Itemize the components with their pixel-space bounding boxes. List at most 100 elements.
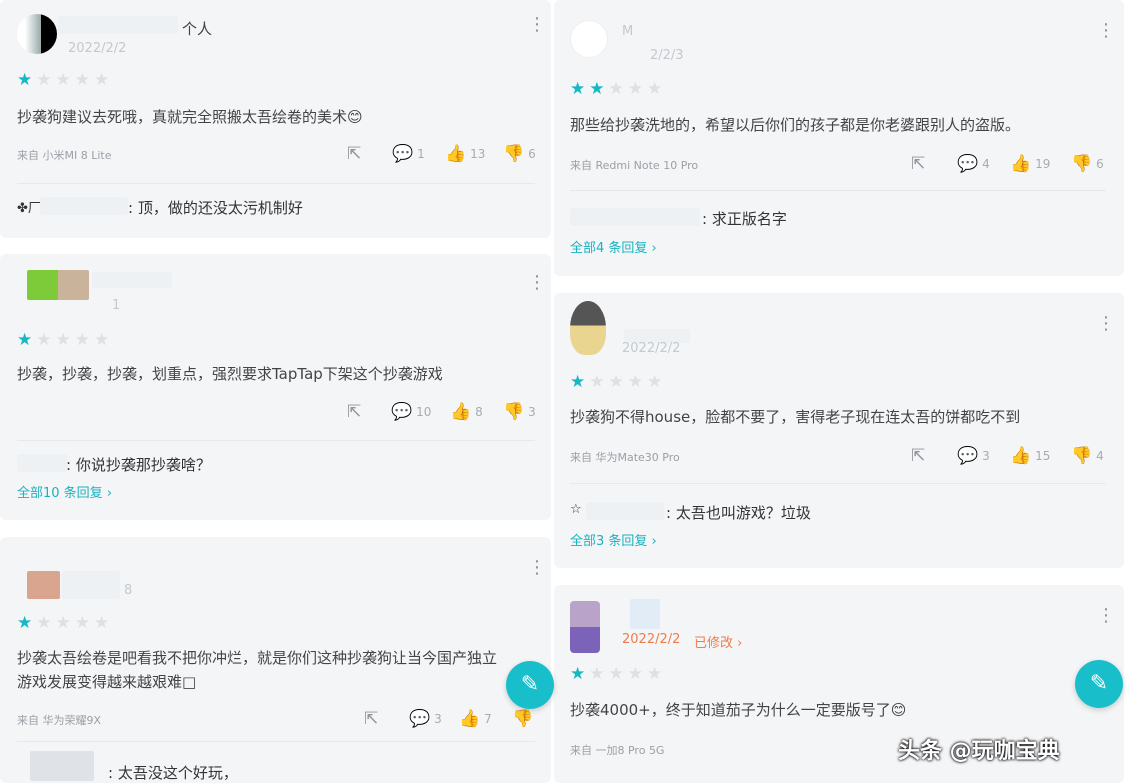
review-date: 2022/2/2 (68, 41, 127, 56)
share-icon: ⇱ (347, 402, 362, 422)
thumbs-up-icon: 👍 (1010, 446, 1032, 466)
comment-button[interactable]: 💬 3 (957, 446, 990, 466)
avatar[interactable] (17, 14, 57, 54)
star-icon: ★ (74, 613, 90, 633)
pencil-icon: ✎ (1089, 671, 1109, 696)
share-button[interactable]: ⇱ (347, 402, 361, 422)
review-text: 抄袭狗不得house，脸都不要了，害得老子现在连太吾的饼都吃不到 (570, 408, 1021, 426)
review-text-line: 游戏发展变得越来越艰难□ (17, 673, 197, 691)
review-text: 抄袭，抄袭，抄袭，划重点，强烈要求TapTap下架这个抄袭游戏 (17, 365, 443, 383)
review-card: 8 ⋮ ★ ★ ★ ★ ★ 抄袭太吾绘卷是吧看我不把你冲烂，就是你们这种抄袭狗让当今国产… (0, 537, 551, 783)
thumbs-down-icon: 👎 (503, 402, 525, 422)
star-icon: ★ (17, 330, 33, 350)
star-icon: ★ (36, 613, 52, 633)
avatar[interactable] (570, 20, 608, 58)
more-vertical-icon[interactable]: ⋮ (528, 559, 546, 577)
star-icon: ★ (94, 330, 110, 350)
review-card: 1 ⋮ ★ ★ ★ ★ ★ 抄袭，抄袭，抄袭，划重点，强烈要求TapTap下架这个抄袭游… (0, 254, 551, 520)
more-vertical-icon[interactable]: ⋮ (1097, 22, 1115, 40)
star-icon: ★ (94, 613, 110, 633)
dislike-button[interactable]: 👎 3 (503, 402, 536, 422)
reply-text: : 求正版名字 (702, 210, 787, 228)
dislike-button[interactable]: 👎 6 (1071, 154, 1104, 174)
share-button[interactable]: ⇱ (364, 709, 378, 729)
avatar[interactable] (27, 571, 60, 599)
star-icon: ★ (570, 372, 586, 392)
star-icon: ★ (608, 664, 624, 684)
dislike-button[interactable]: 👎 6 (503, 144, 536, 164)
like-button[interactable]: 👍 19 (1010, 154, 1050, 174)
share-button[interactable]: ⇱ (911, 446, 925, 466)
reply-text: : 太吾也叫游戏？垃圾 (666, 504, 811, 522)
more-vertical-icon[interactable]: ⋮ (1097, 315, 1115, 333)
write-review-button[interactable]: ✎ (1075, 660, 1123, 708)
avatar[interactable] (570, 301, 606, 355)
view-all-replies-link[interactable]: 全部4 条回复 › (570, 237, 657, 256)
thumbs-up-icon: 👍 (1010, 154, 1032, 174)
star-icon: ★ (17, 613, 33, 633)
more-vertical-icon[interactable]: ⋮ (528, 274, 546, 292)
reply-author[interactable]: ☆ (570, 502, 582, 517)
view-all-replies-link[interactable]: 全部3 条回复 › (570, 530, 657, 549)
share-button[interactable]: ⇱ (347, 144, 361, 164)
star-icon: ★ (627, 79, 643, 99)
watermark: 头条 @玩咖宝典 (898, 739, 1060, 764)
thumbs-down-icon: 👎 (512, 709, 534, 729)
review-text: 抄袭狗建议去死哦，真就完全照搬太吾绘卷的美术😊 (17, 108, 363, 126)
avatar[interactable] (570, 601, 600, 653)
thumbs-down-icon: 👎 (1071, 446, 1093, 466)
star-icon: ★ (36, 70, 52, 90)
comment-button[interactable]: 💬 4 (957, 154, 990, 174)
device-label: 来自 Redmi Note 10 Pro (570, 159, 699, 172)
device-label: 来自 华为荣耀9X (17, 714, 102, 727)
star-icon: ★ (36, 330, 52, 350)
star-icon: ★ (55, 613, 71, 633)
thumbs-down-icon: 👎 (1071, 154, 1093, 174)
device-label: 来自 一加8 Pro 5G (570, 744, 665, 757)
comment-icon: 💬 (391, 402, 413, 422)
comment-button[interactable]: 💬 3 (409, 709, 442, 729)
view-all-replies-link[interactable]: 全部10 条回复 › (17, 482, 112, 501)
review-text-line: 抄袭太吾绘卷是吧看我不把你冲烂，就是你们这种抄袭狗让当今国产独立 (17, 649, 498, 667)
star-icon: ★ (17, 70, 33, 90)
dislike-button[interactable]: 👎 (512, 709, 533, 729)
share-button[interactable]: ⇱ (911, 154, 925, 174)
more-vertical-icon[interactable]: ⋮ (528, 16, 546, 34)
star-icon: ★ (589, 664, 605, 684)
share-icon: ⇱ (347, 144, 362, 164)
share-icon: ⇱ (911, 154, 926, 174)
divider (570, 483, 1106, 484)
avatar[interactable] (27, 270, 89, 300)
thumbs-down-icon: 👎 (503, 144, 525, 164)
review-text: 那些给抄袭洗地的，希望以后你们的孩子都是你老婆跟别人的盗版。 (570, 116, 1021, 134)
star-icon: ★ (627, 664, 643, 684)
review-card: 2022/2/2 ⋮ ★ ★ ★ ★ ★ 抄袭狗不得house，脸都不要了，害得老子现在… (554, 293, 1124, 568)
like-button[interactable]: 👍 15 (1010, 446, 1050, 466)
username[interactable]: 个人 (182, 18, 212, 39)
reply-text: : 太吾没这个好玩， (108, 764, 238, 782)
more-vertical-icon[interactable]: ⋮ (1097, 607, 1115, 625)
reply-text: : 你说抄袭那抄袭啥？ (66, 456, 211, 474)
star-icon: ★ (608, 79, 624, 99)
username[interactable]: M (622, 24, 633, 39)
edited-link[interactable]: 已修改 › (694, 632, 742, 651)
star-icon: ★ (74, 330, 90, 350)
review-text: 抄袭4000+，终于知道茄子为什么一定要版号了😊 (570, 701, 907, 719)
star-icon: ★ (627, 372, 643, 392)
review-card: 个人 2022/2/2 ⋮ ★ ★ ★ ★ ★ 抄袭狗建议去死哦，真就完全照搬太吾绘卷的… (0, 0, 551, 238)
write-review-button[interactable]: ✎ (506, 661, 554, 709)
dislike-button[interactable]: 👎 4 (1071, 446, 1104, 466)
star-icon: ★ (589, 372, 605, 392)
thumbs-up-icon: 👍 (459, 709, 481, 729)
thumbs-up-icon: 👍 (450, 402, 472, 422)
star-icon: ★ (570, 664, 586, 684)
review-date: 2/2/3 (650, 48, 684, 63)
reply-author[interactable]: ✤厂 (17, 197, 41, 216)
star-rating: ★ ★ ★ ★ ★ (570, 374, 662, 391)
comment-button[interactable]: 💬 10 (391, 402, 431, 422)
like-button[interactable]: 👍 13 (445, 144, 485, 164)
like-button[interactable]: 👍 8 (450, 402, 483, 422)
comment-button[interactable]: 💬 1 (392, 144, 425, 164)
like-button[interactable]: 👍 7 (459, 709, 492, 729)
star-icon: ★ (94, 70, 110, 90)
